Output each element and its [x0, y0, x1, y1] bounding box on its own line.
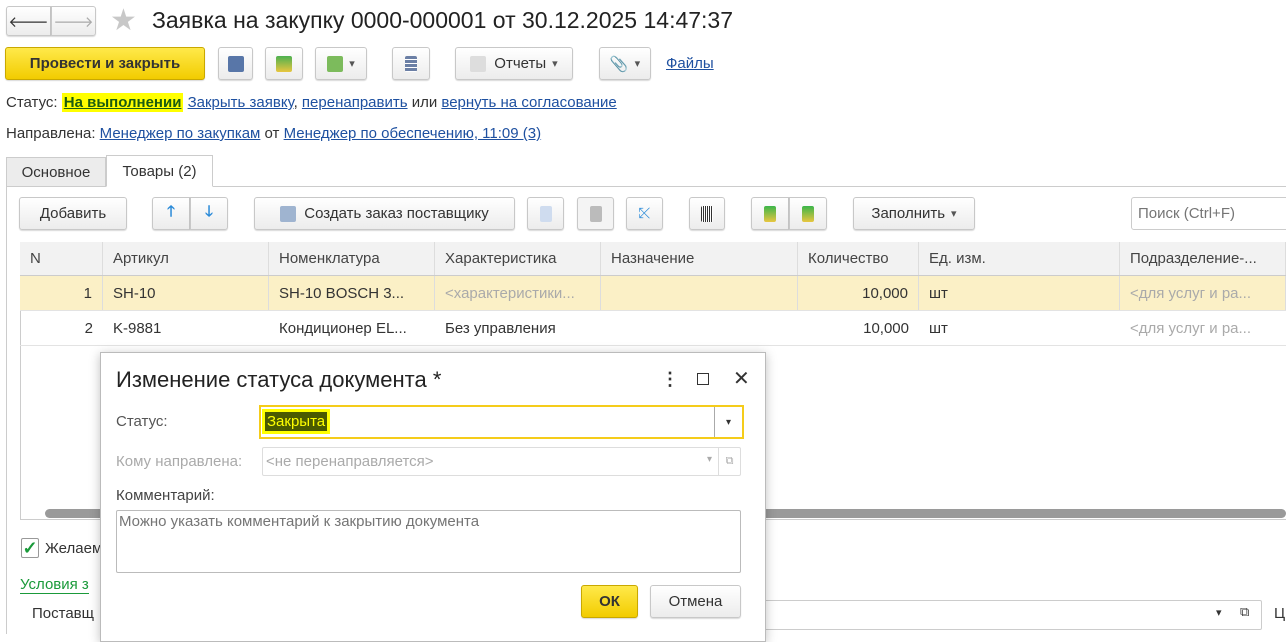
copy-button[interactable]	[527, 197, 564, 230]
col-characteristic[interactable]: Характеристика	[435, 242, 601, 275]
directed-from-link[interactable]: Менеджер по обеспечению, 11:09 (3)	[284, 125, 541, 142]
attach-button[interactable]: 📎 ▾	[599, 47, 651, 80]
col-quantity[interactable]: Количество	[798, 242, 919, 275]
ok-button[interactable]: ОК	[581, 585, 638, 618]
tab-main[interactable]: Основное	[6, 157, 106, 187]
create-supplier-order-button[interactable]: Создать заказ поставщику	[254, 197, 515, 230]
chevron-down-icon: ▾	[634, 58, 641, 70]
download-icon	[802, 205, 814, 222]
files-link[interactable]: Файлы	[666, 55, 714, 72]
close-request-link[interactable]: Закрыть заявку	[188, 94, 294, 111]
more-icon[interactable]: ⋮	[661, 369, 679, 390]
col-purpose[interactable]: Назначение	[601, 242, 798, 275]
paste-button[interactable]	[577, 197, 614, 230]
table-row[interactable]: 1 SH-10 SH-10 BOSCH 3... <характеристики…	[20, 276, 1286, 311]
tab-goods[interactable]: Товары (2)	[106, 155, 213, 187]
reports-button[interactable]: Отчеты ▾	[455, 47, 573, 80]
open-icon: ⧉	[718, 448, 740, 475]
table-row[interactable]: 2 K-9881 Кондиционер EL... Без управлени…	[20, 311, 1286, 346]
col-department[interactable]: Подразделение-...	[1120, 242, 1286, 275]
post-button[interactable]	[265, 47, 303, 80]
status-badge[interactable]: На выполнении	[61, 93, 184, 112]
back-button[interactable]: 🡐	[6, 6, 51, 36]
table-header: N Артикул Номенклатура Характеристика На…	[20, 242, 1286, 276]
return-for-approval-link[interactable]: вернуть на согласование	[441, 94, 616, 111]
post-icon	[276, 55, 292, 72]
status-select[interactable]: Закрыта ▾	[259, 405, 744, 439]
download-button[interactable]	[789, 197, 827, 230]
create-based-on-button[interactable]: ▾	[315, 47, 367, 80]
forward-button[interactable]: 🡒	[51, 6, 96, 36]
comment-label: Комментарий:	[116, 487, 215, 504]
maximize-icon[interactable]	[697, 373, 709, 385]
structure-button[interactable]	[392, 47, 430, 80]
chevron-down-icon: ▾	[951, 208, 957, 220]
directed-to-label: Кому направлена:	[116, 453, 243, 470]
dialog-title: Изменение статуса документа *	[116, 367, 442, 392]
paste-icon	[589, 205, 602, 222]
status-line: Статус: На выполнении Закрыть заявку, пе…	[6, 93, 617, 112]
status-value: Закрыта	[261, 409, 331, 434]
search-input[interactable]	[1131, 197, 1286, 230]
directed-to-field: <не перенаправляется> ▾ ⧉	[262, 447, 741, 476]
fill-button[interactable]: Заполнить ▾	[853, 197, 975, 230]
copy-icon	[539, 205, 552, 222]
chevron-down-icon: ▾	[552, 58, 558, 70]
barcode-search-button[interactable]	[689, 197, 725, 230]
save-button[interactable]	[218, 47, 253, 80]
document-icon	[280, 205, 297, 222]
barcode-icon	[701, 205, 713, 222]
chevron-down-icon[interactable]: ▾	[1216, 606, 1222, 619]
close-icon[interactable]: ✕	[733, 366, 750, 391]
cancel-button[interactable]: Отмена	[650, 585, 741, 618]
col-n[interactable]: N	[20, 242, 103, 275]
supplier-label: Поставщ	[32, 605, 94, 622]
chevron-down-icon: ▾	[706, 454, 712, 465]
post-and-close-button[interactable]: Провести и закрыть	[5, 47, 205, 80]
col-nomenclature[interactable]: Номенклатура	[269, 242, 435, 275]
split-button[interactable]: ⤪	[626, 197, 663, 230]
open-icon[interactable]: ⧉	[1240, 604, 1249, 620]
conditions-link[interactable]: Условия з	[20, 576, 89, 594]
split-icon: ⤪	[638, 205, 651, 222]
wish-checkbox-label: Желаем	[45, 540, 103, 557]
redirect-link[interactable]: перенаправить	[302, 94, 408, 111]
arrow-down-icon: 🡓	[205, 203, 213, 220]
status-label: Статус:	[116, 413, 168, 430]
move-down-button[interactable]: 🡓	[190, 197, 228, 230]
right-label: Ц	[1274, 605, 1286, 622]
col-unit[interactable]: Ед. изм.	[919, 242, 1120, 275]
upload-icon	[764, 205, 776, 222]
list-icon	[405, 55, 417, 72]
add-button[interactable]: Добавить	[19, 197, 127, 230]
upload-button[interactable]	[751, 197, 789, 230]
move-up-button[interactable]: 🡑	[152, 197, 190, 230]
chevron-down-icon: ▾	[349, 58, 355, 70]
panel-border	[6, 186, 7, 634]
directed-to-link[interactable]: Менеджер по закупкам	[100, 125, 261, 142]
arrow-up-icon: 🡑	[167, 203, 175, 220]
wish-checkbox[interactable]: ✓	[21, 538, 39, 558]
page-title: Заявка на закупку 0000-000001 от 30.12.2…	[152, 7, 734, 33]
chevron-down-icon[interactable]: ▾	[714, 407, 742, 437]
directed-line: Направлена: Менеджер по закупкам от Мене…	[6, 125, 542, 142]
save-icon	[227, 55, 244, 72]
paperclip-icon: 📎	[609, 55, 629, 73]
report-icon	[470, 55, 487, 72]
comment-textarea[interactable]	[116, 510, 741, 573]
favorite-star-icon[interactable]: ★	[110, 3, 137, 38]
create-based-icon	[327, 55, 344, 72]
status-change-dialog: Изменение статуса документа * ⋮ ✕ Статус…	[100, 352, 766, 642]
col-article[interactable]: Артикул	[103, 242, 269, 275]
